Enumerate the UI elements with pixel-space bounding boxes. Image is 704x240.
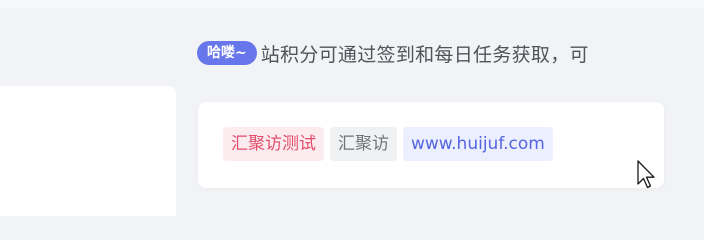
notice-scrolling-text: 站积分可通过签到和每日任务获取，可: [260, 43, 589, 66]
notice-greeting-badge: 哈喽~: [197, 41, 257, 65]
notice-bar: 哈喽~ 站积分可通过签到和每日任务获取，可: [197, 38, 667, 68]
tag-cloud-card: 汇聚访测试 汇聚访 www.huijuf.com: [198, 102, 664, 188]
tag-website-url[interactable]: www.huijuf.com: [403, 127, 553, 161]
tag-list: 汇聚访测试 汇聚访 www.huijuf.com: [223, 127, 553, 161]
arrow-cursor-icon: [637, 160, 655, 189]
left-panel-card: [0, 86, 176, 216]
tag-huijufang-test[interactable]: 汇聚访测试: [223, 127, 324, 161]
top-bar: [0, 0, 704, 8]
tag-huijufang[interactable]: 汇聚访: [330, 127, 397, 161]
